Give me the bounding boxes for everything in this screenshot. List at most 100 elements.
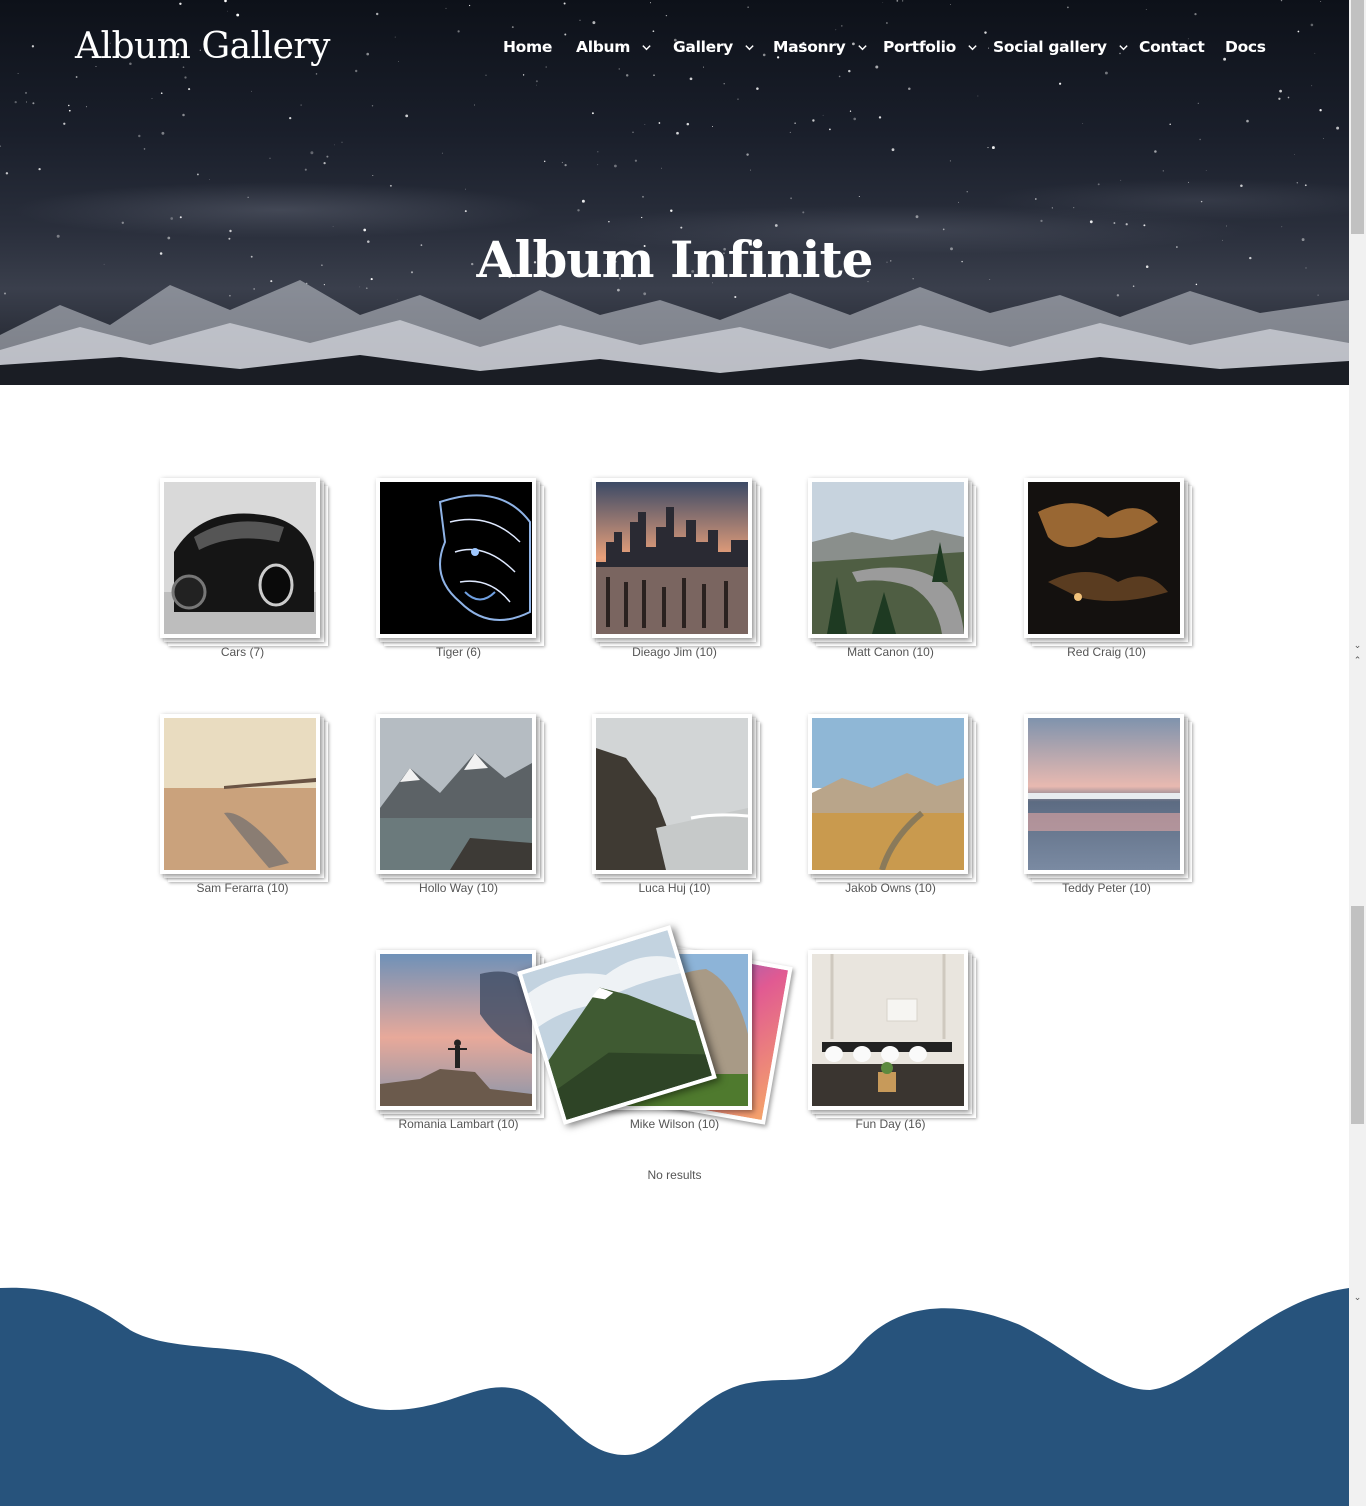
scrollbar-thumb[interactable] (1351, 906, 1364, 1124)
star (1199, 138, 1201, 141)
star (1319, 109, 1322, 112)
star (650, 2, 651, 4)
star (14, 100, 17, 104)
star (829, 128, 831, 131)
main-navigation: Home Album Gallery Masonry Portfolio Soc… (0, 38, 1349, 62)
album-photo-stack (160, 714, 328, 882)
scroll-up-icon[interactable]: ⌃ (1353, 656, 1362, 665)
album-card[interactable]: Jakob Owns (10) (808, 714, 978, 895)
star (485, 74, 487, 76)
nav-item-label: Masonry (773, 38, 846, 56)
album-card[interactable]: Luca Huj (10) (592, 714, 762, 895)
inner-scrollbar[interactable] (1349, 906, 1366, 1126)
nav-item-masonry[interactable]: Masonry (773, 38, 868, 56)
star (25, 101, 27, 103)
album-card[interactable]: Cars (7) (160, 478, 330, 659)
star (522, 74, 525, 76)
beach-boat-photo (164, 718, 316, 870)
star (151, 97, 153, 99)
star (315, 73, 318, 75)
star (849, 110, 852, 112)
album-caption: Dieago Jim (10) (632, 645, 717, 659)
person-rock-photo (380, 954, 532, 1106)
album-caption: Red Craig (10) (1067, 645, 1146, 659)
star (618, 68, 620, 70)
star (875, 65, 879, 69)
no-results-message: No results (647, 1168, 702, 1182)
star (1197, 102, 1199, 104)
star (75, 76, 78, 78)
scrollbar-thumb[interactable] (1351, 0, 1364, 234)
star (63, 122, 66, 125)
star (653, 74, 655, 76)
album-card[interactable]: Sam Ferarra (10) (160, 714, 330, 895)
star (841, 25, 843, 27)
star (1278, 97, 1281, 100)
star (756, 87, 759, 90)
star (902, 0, 904, 2)
scroll-down-icon[interactable]: ⌄ (1353, 641, 1362, 650)
nav-item-social-gallery[interactable]: Social gallery (993, 38, 1129, 56)
star (68, 104, 70, 107)
album-caption: Fun Day (16) (855, 1117, 926, 1131)
album-photo-stack (808, 714, 976, 882)
album-photo-stack (376, 950, 544, 1118)
star (1297, 30, 1300, 33)
star (592, 21, 596, 25)
album-caption: Jakob Owns (10) (845, 881, 936, 895)
nav-item-portfolio[interactable]: Portfolio (883, 38, 978, 56)
album-card[interactable]: Fun Day (16) (808, 950, 978, 1131)
album-caption: Mike Wilson (10) (629, 1117, 720, 1131)
album-card[interactable]: Matt Canon (10) (808, 478, 978, 659)
star (511, 26, 514, 29)
city-skyline-photo (596, 482, 748, 634)
star (32, 102, 35, 105)
dark-clouds-photo (1028, 482, 1180, 634)
album-card[interactable]: Hollo Way (10) (376, 714, 546, 895)
album-caption: Cars (7) (220, 645, 265, 659)
album-photo-stack (160, 478, 328, 646)
star (1336, 126, 1340, 130)
album-card[interactable]: Red Craig (10) (1024, 478, 1194, 659)
star (882, 1, 884, 3)
star (712, 126, 713, 127)
star (908, 87, 911, 91)
nav-item-docs[interactable]: Docs (1225, 38, 1266, 56)
album-caption: Luca Huj (10) (638, 881, 711, 895)
lake-mountains-photo (380, 718, 532, 870)
star (300, 104, 302, 106)
star (1320, 1, 1322, 2)
star (644, 124, 646, 125)
star (161, 131, 165, 135)
car-photo (164, 482, 316, 634)
star (835, 29, 837, 31)
star (949, 3, 951, 5)
scroll-down-icon[interactable]: ⌄ (1353, 1293, 1362, 1302)
coast-rocks-photo (596, 718, 748, 870)
star (665, 14, 668, 17)
vertical-scrollbar[interactable]: ⌄ ⌃ ⌄ (1349, 0, 1366, 1506)
nav-item-album[interactable]: Album (576, 38, 652, 56)
star (984, 31, 987, 34)
star (184, 76, 187, 79)
star (138, 134, 141, 138)
album-card[interactable]: Teddy Peter (10) (1024, 714, 1194, 895)
nav-item-home[interactable]: Home (503, 38, 552, 56)
star (652, 30, 655, 33)
star (1194, 13, 1197, 16)
nav-item-label: Gallery (673, 38, 733, 56)
sunset-sea-photo (1028, 718, 1180, 870)
album-card[interactable]: Mike Wilson (10) (517, 925, 793, 1131)
star (236, 13, 240, 17)
star (375, 12, 379, 16)
star (689, 77, 693, 81)
nav-item-gallery[interactable]: Gallery (673, 38, 755, 56)
nav-item-label: Album (576, 38, 631, 56)
star (474, 104, 475, 106)
star (658, 122, 661, 124)
nav-item-contact[interactable]: Contact (1139, 38, 1205, 56)
album-card[interactable]: Tiger (6) (376, 478, 546, 659)
album-card[interactable]: Dieago Jim (10) (592, 478, 762, 659)
star (853, 117, 857, 121)
star (632, 131, 634, 133)
